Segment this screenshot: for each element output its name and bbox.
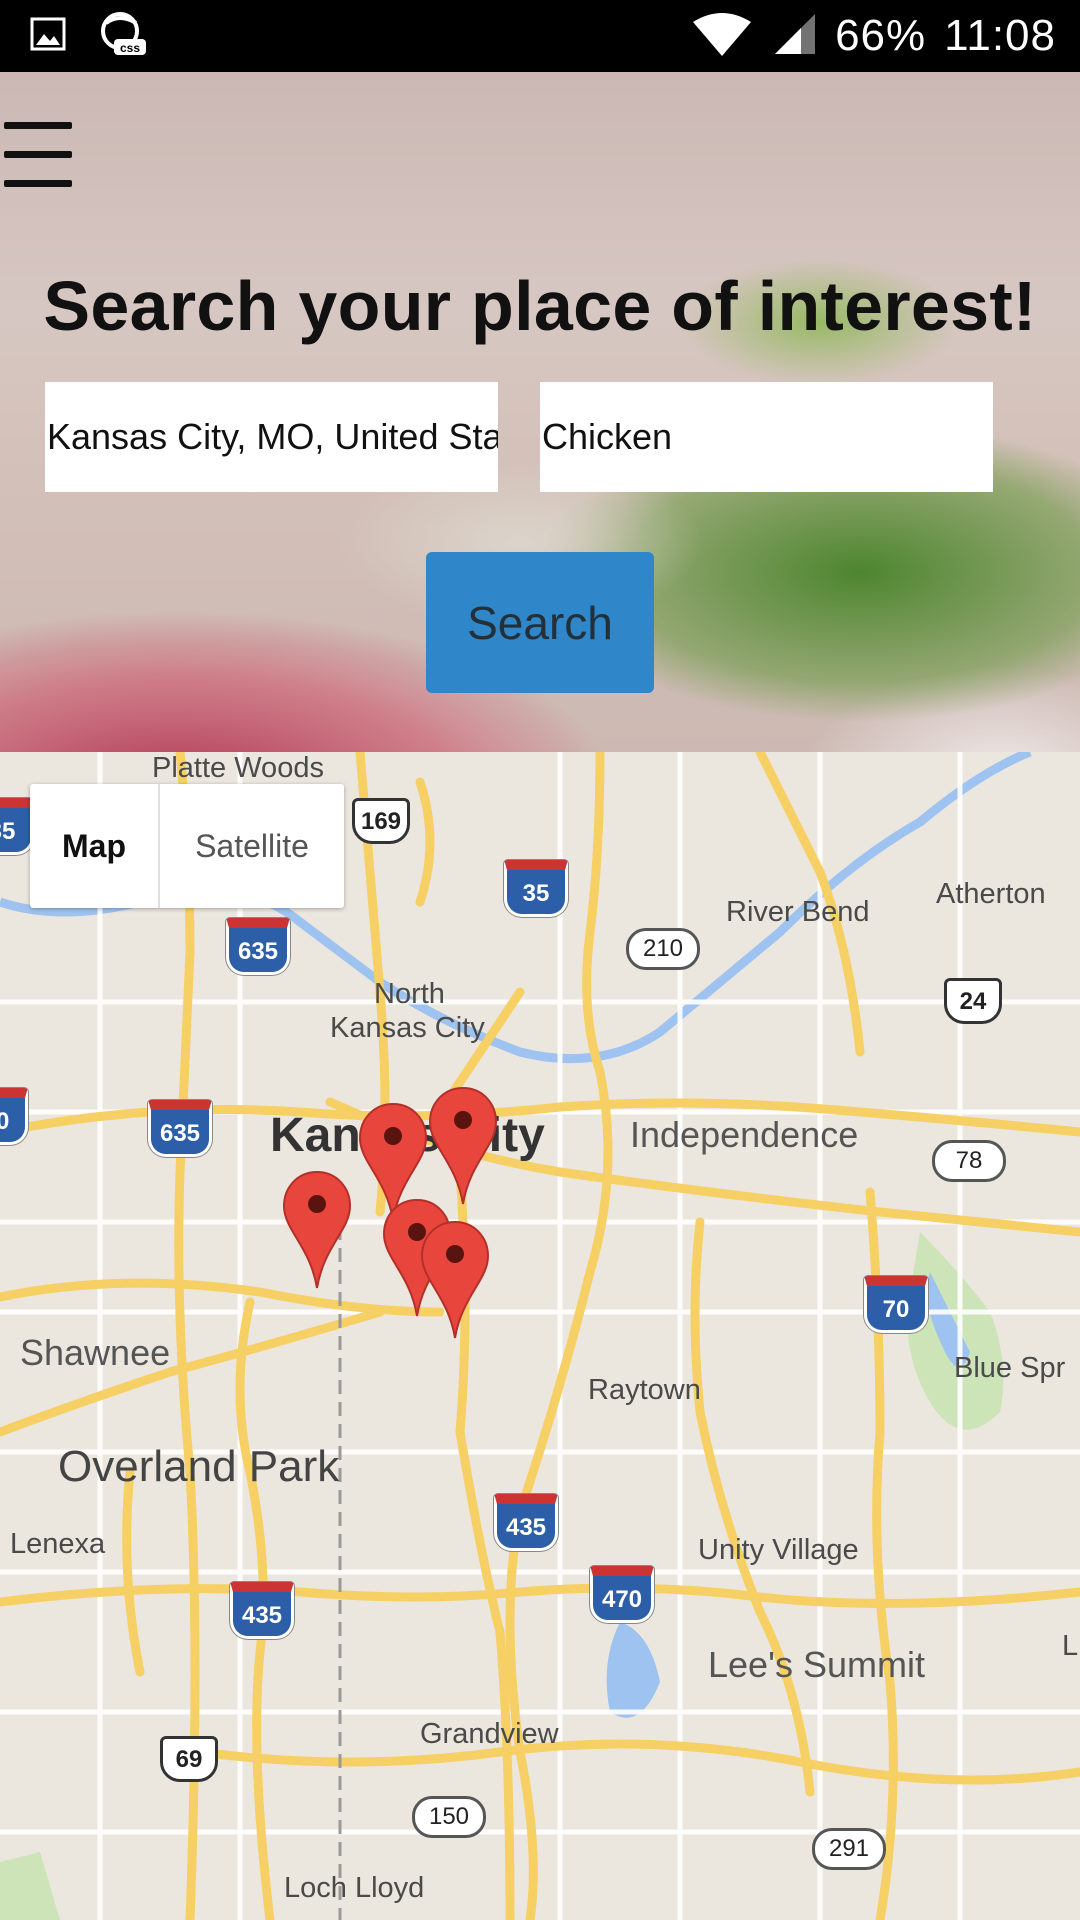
search-term-input[interactable] xyxy=(540,382,993,492)
route-210-shield: 210 xyxy=(626,928,700,970)
map-label-independence: Independence xyxy=(630,1114,859,1155)
map-label-river-bend: River Bend xyxy=(726,896,870,928)
wifi-icon xyxy=(691,12,753,61)
image-icon xyxy=(30,16,66,57)
map-view[interactable]: Platte Woods River Bend Atherton North K… xyxy=(0,752,1080,1920)
interstate-435-shield: 435 xyxy=(494,1494,558,1551)
interstate-70-shield: 70 xyxy=(864,1276,928,1333)
interstate-35-edge-shield: 35 xyxy=(0,798,34,855)
map-marker-pin[interactable] xyxy=(282,1170,352,1290)
interstate-435-left-shield: 435 xyxy=(230,1582,294,1639)
map-type-control: Map Satellite xyxy=(30,784,344,908)
route-78-shield: 78 xyxy=(932,1140,1006,1182)
us-24-shield: 24 xyxy=(944,978,1002,1024)
map-label-platte-woods: Platte Woods xyxy=(152,752,324,784)
hamburger-menu-icon[interactable] xyxy=(4,122,72,188)
interstate-35-shield: 35 xyxy=(504,860,568,917)
route-150-shield: 150 xyxy=(412,1796,486,1838)
map-label-overland-park: Overland Park xyxy=(58,1442,340,1491)
map-label-grandview: Grandview xyxy=(420,1718,559,1750)
interstate-635-shield: 635 xyxy=(226,918,290,975)
battery-percent: 66% xyxy=(835,11,927,60)
map-label-lenexa: Lenexa xyxy=(10,1528,106,1560)
map-marker-pin[interactable] xyxy=(428,1086,498,1206)
svg-text:css: css xyxy=(120,41,140,55)
map-label-north-kansas-city: Kansas City xyxy=(330,1012,485,1044)
map-label-lees-summit: Lee's Summit xyxy=(708,1644,925,1685)
map-label-loch-lloyd: Loch Lloyd xyxy=(284,1872,425,1904)
map-type-map-button[interactable]: Map xyxy=(30,784,160,908)
clock-time: 11:08 xyxy=(944,11,1056,60)
us-169-shield: 169 xyxy=(352,798,410,844)
interstate-470-shield: 470 xyxy=(590,1566,654,1623)
cell-signal-icon xyxy=(771,12,817,61)
map-label-edge-l: L xyxy=(1062,1630,1079,1662)
interstate-635-mid-shield: 635 xyxy=(148,1100,212,1157)
map-label-atherton: Atherton xyxy=(936,878,1046,910)
map-label-raytown: Raytown xyxy=(588,1374,701,1406)
map-label-north: North xyxy=(374,978,445,1010)
map-type-satellite-button[interactable]: Satellite xyxy=(160,784,344,908)
page-title: Search your place of interest! xyxy=(43,267,1037,345)
route-291-shield: 291 xyxy=(812,1828,886,1870)
map-label-blue-springs: Blue Spr xyxy=(954,1352,1066,1384)
search-button[interactable]: Search xyxy=(426,552,654,693)
status-bar: css 66% 11:08 xyxy=(0,0,1080,72)
map-marker-pin[interactable] xyxy=(420,1220,490,1340)
map-label-unity-village: Unity Village xyxy=(698,1534,859,1566)
css-app-icon: css xyxy=(96,11,148,62)
us-69-shield: 69 xyxy=(160,1736,218,1782)
location-input[interactable] xyxy=(45,382,498,492)
search-hero: Search your place of interest! Search xyxy=(0,72,1080,752)
interstate-70-edge-shield: 70 xyxy=(0,1088,28,1145)
map-label-shawnee: Shawnee xyxy=(20,1332,171,1373)
